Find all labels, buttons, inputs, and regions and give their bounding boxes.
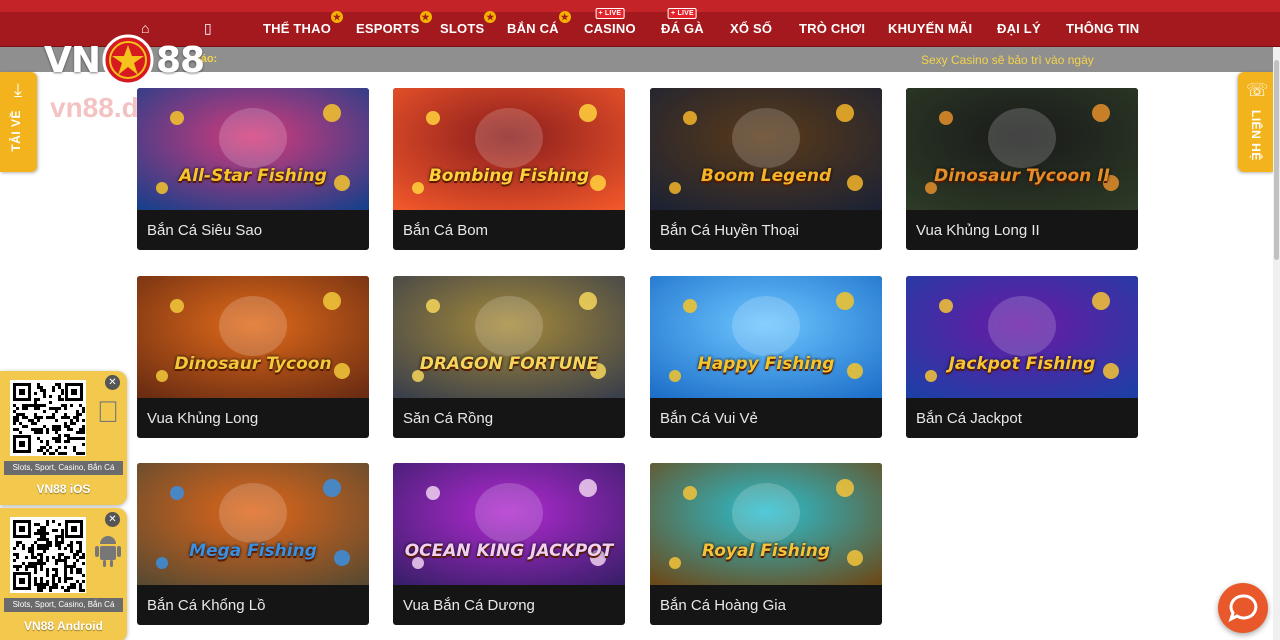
- nav-item-da-ga[interactable]: ĐÁ GÀ + LIVE: [661, 8, 704, 36]
- game-thumbnail: OCEAN KING JACKPOT: [393, 463, 625, 585]
- game-card[interactable]: All-Star Fishing Bắn Cá Siêu Sao: [137, 88, 369, 250]
- logo[interactable]: VN 88: [44, 33, 205, 87]
- game-art-title: OCEAN KING JACKPOT: [404, 541, 614, 561]
- game-art-title: Happy Fishing: [697, 354, 835, 374]
- game-title: Vua Khủng Long: [147, 410, 259, 427]
- nav-item-dai-ly[interactable]: ĐẠI LÝ: [997, 21, 1041, 36]
- nav-item-the-thao[interactable]: THỂ THAO ★: [263, 11, 344, 36]
- game-thumbnail: Mega Fishing: [137, 463, 369, 585]
- qr-code-image: [10, 517, 86, 593]
- game-thumbnail: Jackpot Fishing: [906, 276, 1138, 398]
- game-card[interactable]: Jackpot Fishing Bắn Cá Jackpot: [906, 276, 1138, 438]
- game-thumbnail: Royal Fishing: [650, 463, 882, 585]
- game-card[interactable]: Royal Fishing Bắn Cá Hoàng Gia: [650, 463, 882, 625]
- game-card[interactable]: Dinosaur Tycoon II Vua Khủng Long II: [906, 88, 1138, 250]
- apple-icon: : [92, 393, 124, 433]
- game-title: Bắn Cá Hoàng Gia: [660, 597, 786, 614]
- qr-subtitle: Slots, Sport, Casino, Bắn Cá: [4, 461, 123, 475]
- game-card[interactable]: DRAGON FORTUNE Săn Cá Rồng: [393, 276, 625, 438]
- game-card[interactable]: Bombing Fishing Bắn Cá Bom: [393, 88, 625, 250]
- logo-text-right: 88: [156, 39, 205, 81]
- logo-star-icon: [102, 34, 154, 86]
- close-icon[interactable]: ✕: [105, 375, 120, 390]
- nav-item-casino[interactable]: CASINO + LIVE: [584, 8, 636, 36]
- chat-icon: [1228, 594, 1258, 622]
- star-icon: ★: [558, 11, 571, 23]
- nav-item-xo-so[interactable]: XỔ SỐ: [730, 21, 772, 36]
- game-art-title: Bombing Fishing: [428, 166, 590, 186]
- live-badge: + LIVE: [595, 8, 625, 19]
- game-title: Bắn Cá Huyền Thoại: [660, 222, 799, 239]
- qr-name: VN88 Android: [24, 619, 103, 633]
- game-thumbnail: DRAGON FORTUNE: [393, 276, 625, 398]
- game-art-title: Mega Fishing: [189, 541, 317, 561]
- game-thumbnail: Dinosaur Tycoon II: [906, 88, 1138, 210]
- game-thumbnail: Bombing Fishing: [393, 88, 625, 210]
- star-icon: ★: [484, 11, 497, 23]
- game-thumbnail: Dinosaur Tycoon: [137, 276, 369, 398]
- qr-box-android[interactable]: ✕ Slots, Sport, Casino, Bắn Cá VN88 Andr…: [0, 508, 127, 640]
- game-thumbnail: Boom Legend: [650, 88, 882, 210]
- game-thumbnail: Happy Fishing: [650, 276, 882, 398]
- android-icon: [95, 536, 121, 567]
- game-thumbnail: All-Star Fishing: [137, 88, 369, 210]
- game-title: Săn Cá Rồng: [403, 410, 494, 427]
- game-card[interactable]: OCEAN KING JACKPOT Vua Bắn Cá Dương: [393, 463, 625, 625]
- game-art-title: Royal Fishing: [702, 541, 830, 561]
- game-card[interactable]: Boom Legend Bắn Cá Huyền Thoại: [650, 88, 882, 250]
- live-badge: + LIVE: [668, 8, 697, 19]
- game-art-title: Dinosaur Tycoon: [174, 354, 332, 374]
- game-art-title: Jackpot Fishing: [948, 354, 1096, 374]
- page: ⌂ ▯ THỂ THAO ★ ESPORTS ★ SLOTS ★ BẮN CÁ …: [0, 0, 1280, 640]
- nav-item-tro-choi[interactable]: TRÒ CHƠI: [799, 21, 865, 36]
- logo-text-left: VN: [44, 39, 101, 81]
- notice-text: Sexy Casino sẽ bảo trì vào ngày: [921, 53, 1094, 67]
- close-icon[interactable]: ✕: [105, 512, 120, 527]
- mobile-icon[interactable]: ▯: [204, 20, 212, 37]
- qr-name: VN88 iOS: [36, 482, 91, 496]
- qr-subtitle: Slots, Sport, Casino, Bắn Cá: [4, 598, 123, 612]
- qr-box-ios[interactable]:  ✕ Slots, Sport, Casino, Bắn Cá VN88 iO…: [0, 371, 127, 505]
- nav-item-khuyen-mai[interactable]: KHUYẾN MÃI: [888, 21, 972, 36]
- chat-button[interactable]: [1218, 583, 1268, 633]
- nav-item-thong-tin[interactable]: THÔNG TIN: [1066, 21, 1139, 36]
- game-title: Bắn Cá Jackpot: [916, 410, 1022, 427]
- star-icon: ★: [331, 11, 344, 23]
- game-art-title: Boom Legend: [700, 166, 832, 186]
- game-art-title: All-Star Fishing: [179, 166, 327, 186]
- game-title: Vua Khủng Long II: [916, 222, 1040, 239]
- game-art-title: DRAGON FORTUNE: [419, 354, 599, 374]
- download-tab-label: TẢI VỀ: [9, 110, 23, 152]
- game-card[interactable]: Dinosaur Tycoon Vua Khủng Long: [137, 276, 369, 438]
- game-title: Bắn Cá Vui Vẻ: [660, 410, 758, 427]
- game-title: Bắn Cá Khổng Lồ: [147, 597, 266, 614]
- game-title: Vua Bắn Cá Dương: [403, 597, 535, 614]
- game-title: Bắn Cá Siêu Sao: [147, 222, 263, 239]
- nav-item-esports[interactable]: ESPORTS ★: [356, 11, 432, 36]
- nav-item-slots[interactable]: SLOTS ★: [440, 11, 497, 36]
- scrollbar-thumb[interactable]: [1274, 60, 1279, 260]
- top-strip: [0, 0, 1280, 12]
- nav-item-ban-ca[interactable]: BẮN CÁ ★: [507, 11, 571, 36]
- star-icon: ★: [419, 11, 432, 23]
- game-card[interactable]: Happy Fishing Bắn Cá Vui Vẻ: [650, 276, 882, 438]
- game-art-title: Dinosaur Tycoon II: [934, 166, 1110, 186]
- game-card[interactable]: Mega Fishing Bắn Cá Khổng Lồ: [137, 463, 369, 625]
- contact-tab[interactable]: ☏ LIÊN HỆ: [1238, 72, 1274, 172]
- download-tab[interactable]: ⤓ TẢI VỀ: [0, 72, 37, 172]
- qr-code-image: [10, 380, 86, 456]
- contact-tab-label: LIÊN HỆ: [1249, 110, 1263, 161]
- contact-icon: ☏: [1246, 80, 1269, 100]
- download-icon: ⤓: [14, 80, 22, 100]
- game-title: Bắn Cá Bom: [403, 222, 489, 239]
